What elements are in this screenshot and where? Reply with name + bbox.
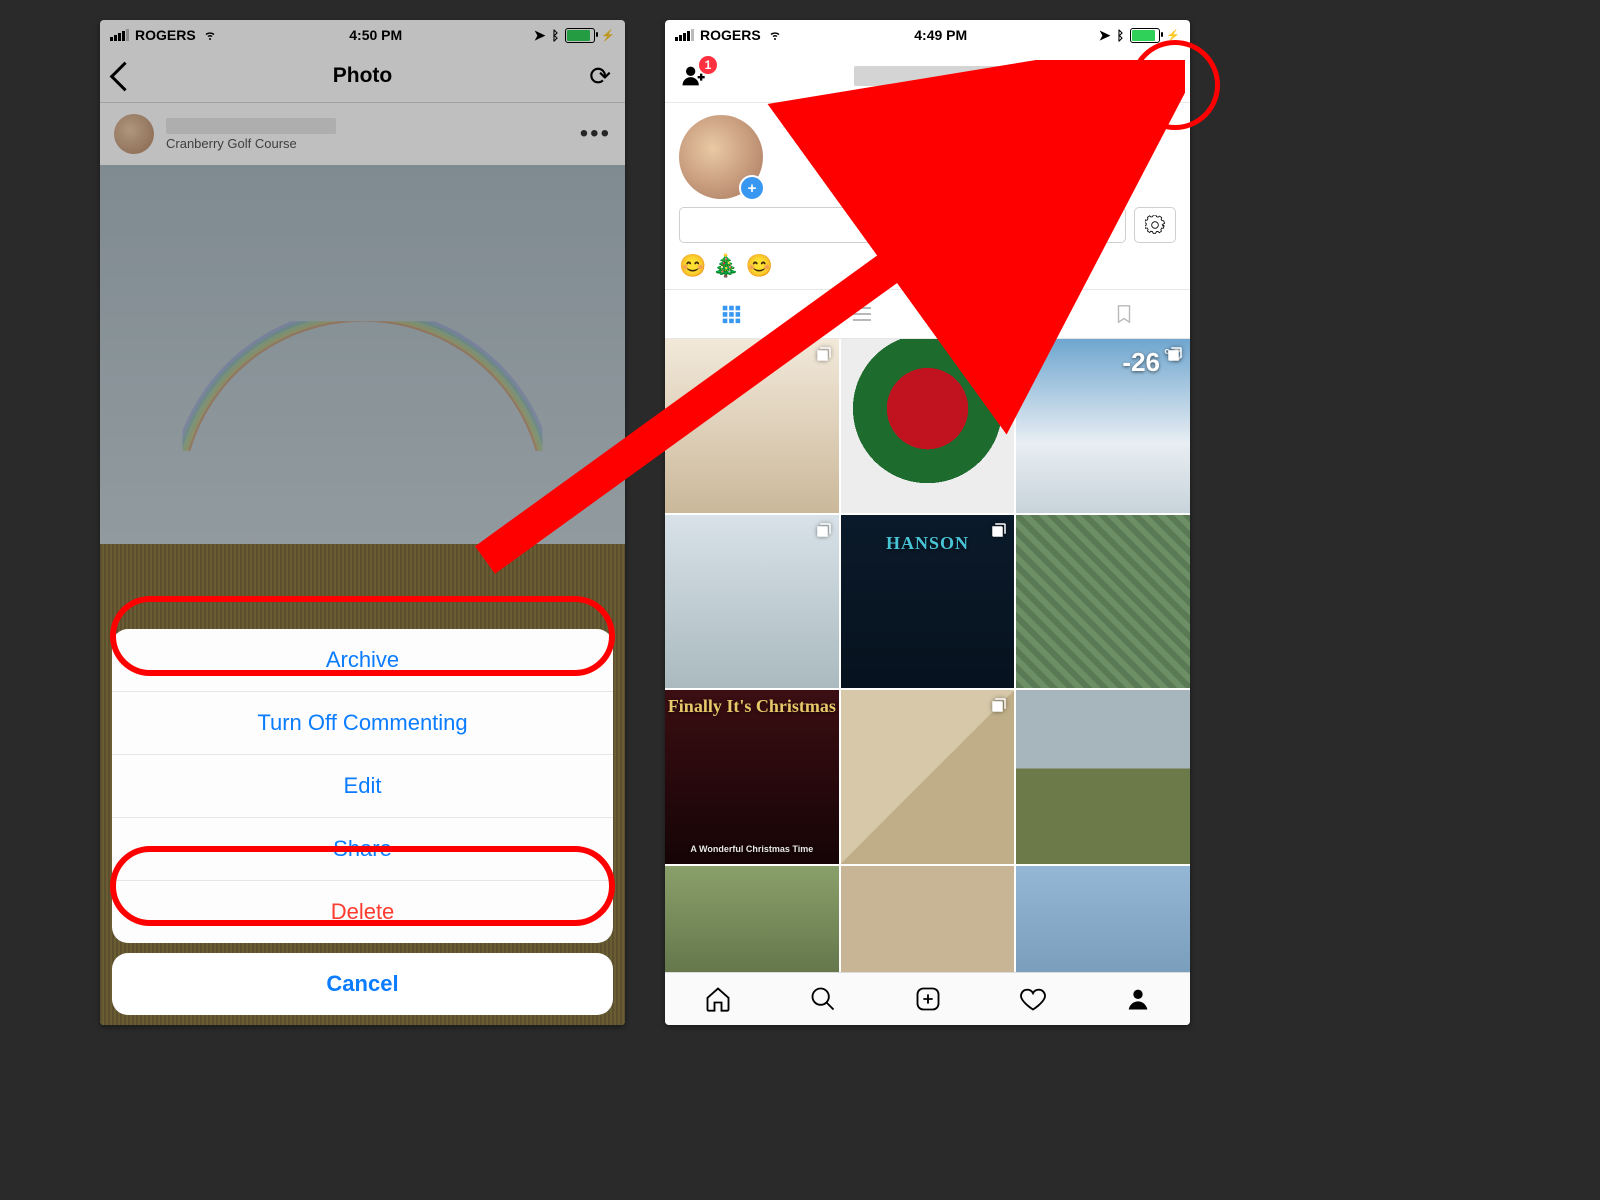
grid-cell[interactable] (841, 339, 1015, 513)
edit-button[interactable]: Edit (112, 754, 613, 817)
bottom-nav (665, 972, 1190, 1025)
album-title: Finally It's Christmas (665, 696, 839, 717)
posts-grid: -26 °C HANSON Finally It's Christmas A W… (665, 339, 1190, 1025)
grid-cell[interactable] (665, 339, 839, 513)
location-label[interactable]: Cranberry Golf Course (166, 136, 568, 151)
nav-profile[interactable] (1124, 985, 1152, 1013)
person-icon (1124, 985, 1152, 1013)
action-sheet: Archive Turn Off Commenting Edit Share D… (112, 629, 613, 1015)
nav-search[interactable] (809, 985, 837, 1013)
grid-cell[interactable]: HANSON (841, 515, 1015, 689)
add-story-icon[interactable]: + (739, 175, 765, 201)
phone-right: ROGERS 4:49 PM ➤ ᛒ ⚡ 1 + (665, 20, 1190, 1025)
list-icon (850, 302, 874, 326)
grid-cell[interactable] (1016, 690, 1190, 864)
multi-post-icon (815, 521, 833, 539)
multi-post-icon (1166, 345, 1184, 363)
carrier-label: ROGERS (700, 27, 761, 43)
clock: 4:49 PM (914, 27, 967, 43)
page-title: Photo (100, 64, 625, 88)
turn-off-commenting-button[interactable]: Turn Off Commenting (112, 691, 613, 754)
bookmark-icon (1113, 303, 1135, 325)
story-highlights: 😊 🎄 😊 (665, 253, 1190, 289)
more-options-button[interactable]: ••• (580, 120, 611, 148)
battery-icon (1130, 28, 1160, 43)
charging-icon: ⚡ (601, 29, 615, 42)
multi-post-icon (990, 696, 1008, 714)
tab-grid[interactable] (665, 290, 796, 338)
story-highlight[interactable]: 😊 (746, 253, 773, 279)
story-highlight[interactable]: 🎄 (712, 253, 739, 279)
status-bar: ROGERS 4:50 PM ➤ ᛒ ⚡ (100, 20, 625, 50)
history-icon (1148, 63, 1174, 89)
edit-profile-button[interactable]: Edit Profile (679, 207, 1126, 243)
back-button[interactable] (110, 61, 140, 91)
bluetooth-icon: ᛒ (551, 28, 559, 43)
location-arrow-icon: ➤ (534, 27, 546, 44)
followers-stat[interactable]: 48followers (942, 138, 993, 177)
signal-icon (110, 29, 129, 41)
wifi-icon (202, 29, 218, 41)
username-redacted (166, 118, 336, 134)
multi-post-icon (815, 345, 833, 363)
multi-post-icon (990, 521, 1008, 539)
story-highlight[interactable]: 😊 (679, 253, 706, 279)
cancel-button[interactable]: Cancel (112, 953, 613, 1015)
clock: 4:50 PM (349, 27, 402, 43)
location-arrow-icon: ➤ (1099, 27, 1111, 44)
concert-label: HANSON (841, 533, 1015, 554)
discover-people-button[interactable]: 1 (679, 62, 711, 90)
album-subtitle: A Wonderful Christmas Time (665, 844, 839, 854)
delete-button[interactable]: Delete (112, 880, 613, 943)
heart-icon (1019, 985, 1047, 1013)
profile-stats: + 396posts 48followers 24following (665, 103, 1190, 207)
add-post-icon (914, 985, 942, 1013)
nav-add[interactable] (914, 985, 942, 1013)
bluetooth-icon: ᛒ (1116, 28, 1124, 43)
settings-button[interactable] (1134, 207, 1176, 243)
following-stat[interactable]: 24following (1081, 138, 1132, 177)
carrier-label: ROGERS (135, 27, 196, 43)
tab-tagged[interactable] (928, 290, 1059, 338)
grid-cell[interactable]: Finally It's Christmas A Wonderful Chris… (665, 690, 839, 864)
grid-cell[interactable]: -26 °C (1016, 339, 1190, 513)
nav-activity[interactable] (1019, 985, 1047, 1013)
archive-button[interactable]: Archive (112, 629, 613, 691)
charging-icon: ⚡ (1166, 29, 1180, 42)
refresh-button[interactable]: ⟳ (589, 61, 611, 92)
grid-cell[interactable] (1016, 515, 1190, 689)
username-redacted (854, 66, 1004, 86)
tagged-icon (981, 302, 1005, 326)
nav-header: Photo ⟳ (100, 50, 625, 103)
multi-post-icon (990, 345, 1008, 363)
posts-stat[interactable]: 396posts (817, 138, 854, 177)
battery-icon (565, 28, 595, 43)
post-header: Cranberry Golf Course ••• (100, 103, 625, 165)
archive-history-button[interactable] (1146, 61, 1176, 91)
wifi-icon (767, 29, 783, 41)
tab-saved[interactable] (1059, 290, 1190, 338)
grid-cell[interactable] (841, 690, 1015, 864)
tab-list[interactable] (796, 290, 927, 338)
home-icon (704, 985, 732, 1013)
phone-left: ROGERS 4:50 PM ➤ ᛒ ⚡ Photo ⟳ Cranberry G… (100, 20, 625, 1025)
gear-icon (1145, 215, 1165, 235)
temperature-label: -26 (1122, 347, 1160, 378)
profile-avatar[interactable]: + (679, 115, 763, 199)
profile-header: 1 (665, 50, 1190, 103)
share-button[interactable]: Share (112, 817, 613, 880)
search-icon (809, 985, 837, 1013)
nav-home[interactable] (704, 985, 732, 1013)
grid-cell[interactable] (665, 515, 839, 689)
grid-icon (720, 303, 742, 325)
profile-tabs (665, 289, 1190, 339)
notification-badge: 1 (699, 56, 717, 74)
avatar[interactable] (114, 114, 154, 154)
signal-icon (675, 29, 694, 41)
status-bar: ROGERS 4:49 PM ➤ ᛒ ⚡ (665, 20, 1190, 50)
